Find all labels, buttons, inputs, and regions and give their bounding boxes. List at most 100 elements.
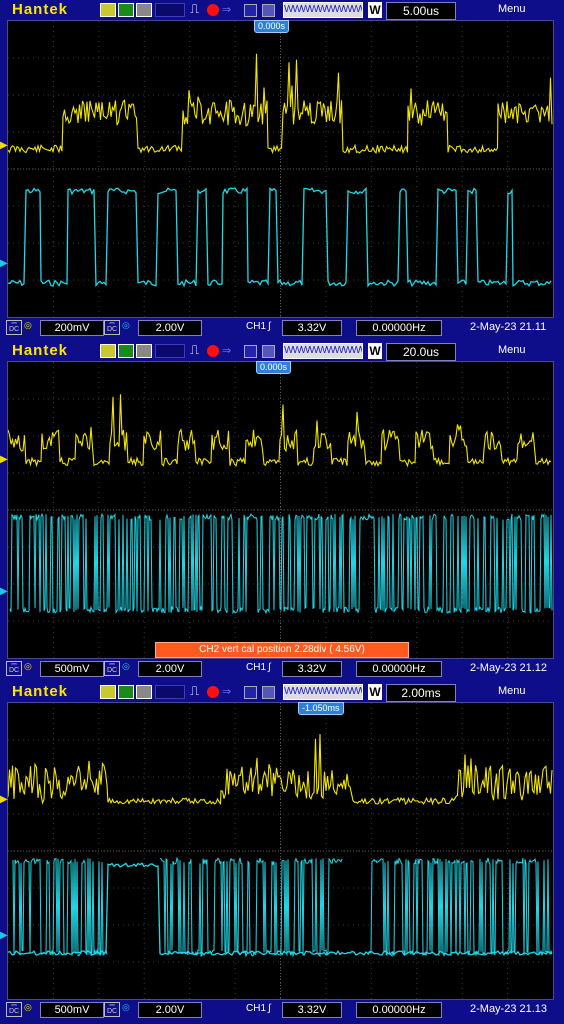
ch1-probe-icon: ◎	[24, 1002, 32, 1012]
ch2-volts-div[interactable]: 2.00V	[138, 320, 202, 336]
ch2-trace	[8, 186, 552, 288]
ch2-coupling-icon[interactable]: ⎓ DC	[104, 320, 120, 335]
record-icon[interactable]	[207, 345, 219, 357]
waveform-grid	[7, 702, 554, 1000]
ch1-volts-div[interactable]: 500mV	[40, 661, 104, 677]
timebase-display[interactable]: 20.0us	[386, 343, 456, 361]
line-icon[interactable]	[118, 3, 134, 17]
waveform-grid	[7, 361, 554, 659]
ch2-probe-icon: ◎	[122, 1002, 130, 1012]
ch2-level-marker[interactable]: ▶	[0, 931, 8, 941]
ch1-level-marker[interactable]: ▶	[0, 141, 8, 151]
trigger-edge-icon: ∫	[268, 662, 271, 673]
trigger-level[interactable]: 3.32V	[282, 1002, 342, 1018]
scope-screen-2: Hantek ⎍ ⇒ WWWWWWWWWWW W 20.0us Menu 0.0…	[0, 341, 564, 682]
trigger-position-marker[interactable]: -1.050ms	[298, 702, 344, 715]
ch2-probe-icon: ◎	[122, 661, 130, 671]
save-icon[interactable]	[244, 345, 257, 358]
monitor-icon[interactable]	[262, 686, 275, 699]
status-bar: ⎓ DC ◎ 500mV ⎓ DC ◎ 2.00V CH1 ∫ 3.32V 0.00…	[0, 658, 564, 680]
status-bar: ⎓ DC ◎ 200mV ⎓ DC ◎ 2.00V CH1 ∫ 3.32V 0.00…	[0, 317, 564, 339]
w-label: W	[368, 2, 382, 18]
save-icon[interactable]	[244, 4, 257, 17]
ch2-level-marker[interactable]: ▶	[0, 587, 8, 597]
line-icon[interactable]	[118, 685, 134, 699]
waveform-icon[interactable]	[100, 3, 116, 17]
trigger-edge-icon[interactable]: ⎍	[190, 342, 206, 357]
trigger-level[interactable]: 3.32V	[282, 661, 342, 677]
datetime: 2-May-23 21.13	[470, 1003, 548, 1015]
ch1-probe-icon: ◎	[24, 661, 32, 671]
brand-logo: Hantek	[12, 1, 69, 18]
status-box	[155, 3, 185, 17]
brand-logo: Hantek	[12, 342, 69, 359]
line-icon[interactable]	[118, 344, 134, 358]
trigger-source[interactable]: CH1	[246, 1003, 266, 1014]
trigger-position-marker[interactable]: 0.000s	[256, 361, 292, 374]
waveform-svg	[8, 21, 553, 317]
ch1-coupling-icon[interactable]: ⎓ DC	[6, 661, 22, 676]
status-box	[155, 344, 185, 358]
status-box	[155, 685, 185, 699]
timebase-display[interactable]: 5.00us	[386, 2, 456, 20]
arrow-icon[interactable]: ⇒	[222, 685, 238, 699]
brand-logo: Hantek	[12, 683, 69, 700]
signal-preview-icon: WWWWWWWWWWW	[283, 684, 363, 700]
ch2-probe-icon: ◎	[122, 320, 130, 330]
ch1-level-marker[interactable]: ▶	[0, 795, 8, 805]
trigger-edge-icon[interactable]: ⎍	[190, 683, 206, 698]
record-icon[interactable]	[207, 686, 219, 698]
monitor-icon[interactable]	[262, 345, 275, 358]
menu-button[interactable]: Menu	[498, 344, 526, 356]
waveform-svg	[8, 703, 553, 999]
ch1-coupling-icon[interactable]: ⎓ DC	[6, 320, 22, 335]
waveform-svg	[8, 362, 553, 658]
scope-screen-1: Hantek ⎍ ⇒ WWWWWWWWWWW W 5.00us Menu 0.0…	[0, 0, 564, 341]
signal-preview-icon: WWWWWWWWWWW	[283, 2, 363, 18]
menu-button[interactable]: Menu	[498, 685, 526, 697]
trigger-edge-icon: ∫	[268, 1003, 271, 1014]
arrow-icon[interactable]: ⇒	[222, 344, 238, 358]
trigger-position-marker[interactable]: 0.000s	[254, 20, 290, 33]
status-message: CH2 vert cal position 2.28div ( 4.56V)	[155, 642, 409, 658]
ch2-coupling-icon[interactable]: ⎓ DC	[104, 661, 120, 676]
monitor-icon[interactable]	[262, 4, 275, 17]
datetime: 2-May-23 21.11	[470, 321, 547, 333]
save-icon[interactable]	[244, 686, 257, 699]
menu-button[interactable]: Menu	[498, 3, 526, 15]
ch1-probe-icon: ◎	[24, 320, 32, 330]
ch1-level-marker[interactable]: ▶	[0, 455, 8, 465]
picture-icon[interactable]	[136, 344, 152, 358]
waveform-icon[interactable]	[100, 344, 116, 358]
datetime: 2-May-23 21.12	[470, 662, 548, 674]
ch2-volts-div[interactable]: 2.00V	[138, 661, 202, 677]
frequency-display: 0.00000Hz	[356, 661, 442, 677]
ch1-trace	[8, 394, 552, 468]
ch2-volts-div[interactable]: 2.00V	[138, 1002, 202, 1018]
trigger-level[interactable]: 3.32V	[282, 320, 342, 336]
waveform-icon[interactable]	[100, 685, 116, 699]
trigger-source[interactable]: CH1	[246, 662, 266, 673]
w-label: W	[368, 684, 382, 700]
waveform-grid	[7, 20, 554, 318]
scope-screen-3: Hantek ⎍ ⇒ WWWWWWWWWWW W 2.00ms Menu -1.…	[0, 682, 564, 1024]
ch2-level-marker[interactable]: ▶	[0, 259, 8, 269]
trigger-edge-icon[interactable]: ⎍	[190, 1, 206, 16]
record-icon[interactable]	[207, 4, 219, 16]
ch1-volts-div[interactable]: 200mV	[40, 320, 104, 336]
ch1-volts-div[interactable]: 500mV	[40, 1002, 104, 1018]
ch2-coupling-icon[interactable]: ⎓ DC	[104, 1002, 120, 1017]
frequency-display: 0.00000Hz	[356, 320, 442, 336]
trigger-source[interactable]: CH1	[246, 321, 266, 332]
picture-icon[interactable]	[136, 3, 152, 17]
picture-icon[interactable]	[136, 685, 152, 699]
ch1-coupling-icon[interactable]: ⎓ DC	[6, 1002, 22, 1017]
ch2-trace-segment	[159, 856, 343, 958]
timebase-display[interactable]: 2.00ms	[386, 684, 456, 702]
arrow-icon[interactable]: ⇒	[222, 3, 238, 17]
w-label: W	[368, 343, 382, 359]
top-toolbar: Hantek ⎍ ⇒ WWWWWWWWWWW W 2.00ms Menu	[0, 682, 564, 702]
ch2-trace-segment	[367, 857, 553, 958]
top-toolbar: Hantek ⎍ ⇒ WWWWWWWWWWW W 20.0us Menu	[0, 341, 564, 361]
status-bar: ⎓ DC ◎ 500mV ⎓ DC ◎ 2.00V CH1 ∫ 3.32V 0.00…	[0, 999, 564, 1021]
